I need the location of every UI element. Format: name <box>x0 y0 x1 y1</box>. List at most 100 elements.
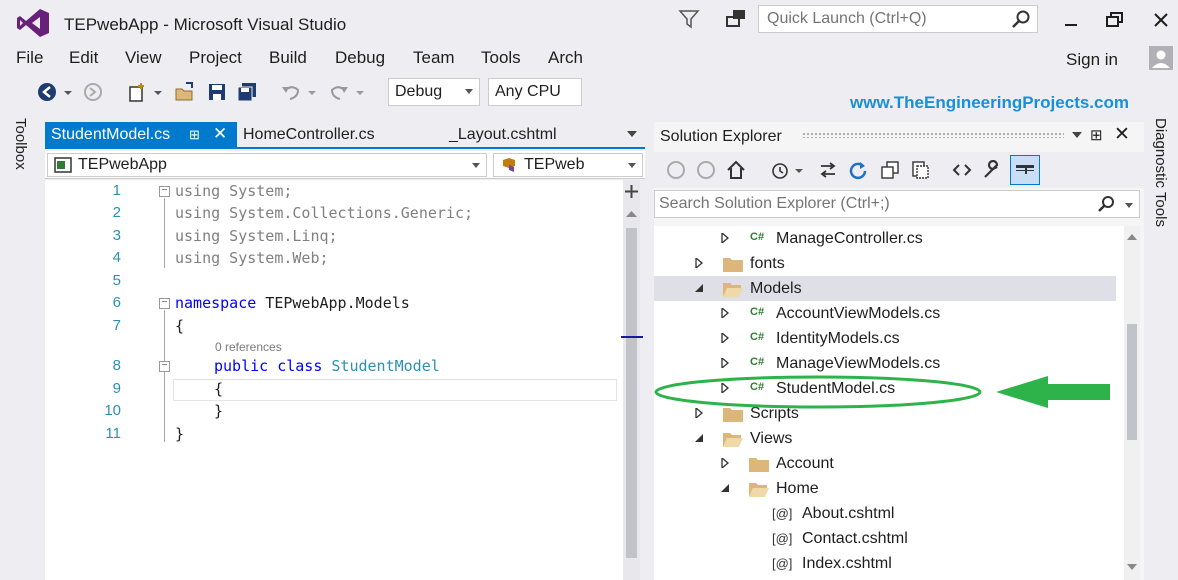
sync-with-active-document-icon[interactable] <box>818 160 838 180</box>
scrollbar-thumb[interactable] <box>626 228 637 558</box>
tab-studentmodel[interactable]: StudentModel.cs ⊞ ✕ <box>45 122 237 148</box>
collapse-arrow-icon[interactable] <box>694 283 704 293</box>
solution-explorer-search-box[interactable] <box>654 190 1140 218</box>
close-window-button[interactable] <box>1148 8 1174 32</box>
navigate-forward-icon[interactable] <box>82 81 104 103</box>
keyword: using <box>175 249 221 267</box>
show-all-files-icon[interactable] <box>910 160 930 180</box>
close-tab-icon[interactable]: ✕ <box>213 124 227 144</box>
project-select[interactable]: TEPwebApp <box>47 153 487 177</box>
menu-view[interactable]: View <box>125 48 162 68</box>
notifications-filter-icon[interactable] <box>678 8 700 30</box>
tree-item[interactable]: fonts <box>654 251 1116 276</box>
diagnostic-tools-tab[interactable]: Diagnostic Tools <box>1152 118 1176 248</box>
undo-icon[interactable] <box>280 81 302 103</box>
forward-icon[interactable] <box>696 160 716 180</box>
tree-item[interactable]: Models <box>654 276 1116 301</box>
user-avatar-icon[interactable] <box>1149 46 1173 70</box>
editor-scrollbar[interactable] <box>621 180 643 580</box>
tree-item[interactable]: [@] Index.cshtml <box>654 551 1116 576</box>
tree-item[interactable]: C# AccountViewModels.cs <box>654 301 1116 326</box>
tree-item[interactable]: C# IdentityModels.cs <box>654 326 1116 351</box>
collapse-arrow-icon[interactable] <box>694 433 704 443</box>
undo-dropdown-icon[interactable] <box>306 81 318 103</box>
solution-explorer-search-input[interactable] <box>655 191 1075 217</box>
refresh-icon[interactable] <box>848 160 868 180</box>
properties-icon[interactable] <box>982 160 1002 180</box>
menu-tools[interactable]: Tools <box>481 48 521 68</box>
expand-arrow-icon[interactable] <box>694 258 704 268</box>
tab-layout[interactable]: _Layout.cshtml <box>443 122 583 148</box>
tree-item[interactable]: Scripts <box>654 401 1116 426</box>
sign-in-link[interactable]: Sign in <box>1066 50 1118 70</box>
platform-select[interactable]: Any CPU <box>488 78 582 106</box>
pending-changes-filter-icon[interactable] <box>770 160 790 180</box>
tree-item[interactable]: C# ManageViewModels.cs <box>654 351 1116 376</box>
view-code-icon[interactable] <box>952 160 972 180</box>
expand-arrow-icon[interactable] <box>720 458 730 468</box>
tree-item[interactable]: Views <box>654 426 1116 451</box>
expand-arrow-icon[interactable] <box>720 333 730 343</box>
quick-launch-input[interactable] <box>759 6 999 32</box>
collapse-arrow-icon[interactable] <box>720 483 730 493</box>
tree-item[interactable]: Account <box>654 451 1116 476</box>
save-all-icon[interactable] <box>236 81 258 103</box>
menu-build[interactable]: Build <box>269 48 307 68</box>
save-icon[interactable] <box>206 81 228 103</box>
quick-launch-box[interactable] <box>758 5 1038 33</box>
new-project-dropdown-icon[interactable] <box>152 81 164 103</box>
pin-icon[interactable]: ⊞ <box>189 127 200 143</box>
expand-arrow-icon[interactable] <box>720 308 730 318</box>
split-window-icon[interactable] <box>624 184 639 199</box>
home-icon[interactable] <box>726 160 746 180</box>
tree-item[interactable]: Home <box>654 476 1116 501</box>
redo-icon[interactable] <box>328 81 350 103</box>
search-icon[interactable] <box>1011 9 1031 29</box>
drag-grip[interactable] <box>802 132 1064 138</box>
tree-item[interactable]: [@] Contact.cshtml <box>654 526 1116 551</box>
menu-file[interactable]: File <box>16 48 43 68</box>
feedback-icon[interactable] <box>724 8 748 30</box>
auto-hide-pin-icon[interactable]: ⊞ <box>1090 126 1103 144</box>
expand-arrow-icon[interactable] <box>694 408 704 418</box>
toolbox-tab[interactable]: Toolbox <box>12 118 36 188</box>
back-dropdown-icon[interactable] <box>62 81 74 103</box>
expand-arrow-icon[interactable] <box>720 358 730 368</box>
code-editor[interactable]: − − − 1 using System; 2 using System.Col… <box>45 180 623 580</box>
scroll-up-icon[interactable] <box>1127 234 1137 240</box>
search-options-dropdown-icon[interactable] <box>1125 203 1133 208</box>
minimize-button[interactable] <box>1058 8 1084 32</box>
tree-item-studentmodel[interactable]: C# StudentModel.cs <box>654 376 1116 401</box>
menu-debug[interactable]: Debug <box>335 48 385 68</box>
references-codelens[interactable]: 0 references <box>215 340 282 354</box>
redo-dropdown-icon[interactable] <box>354 81 366 103</box>
panel-options-dropdown-icon[interactable] <box>1072 132 1082 138</box>
navigate-back-icon[interactable] <box>36 81 58 103</box>
tree-item[interactable]: [@] About.cshtml <box>654 501 1116 526</box>
scroll-up-icon[interactable] <box>626 210 637 218</box>
tab-overflow-dropdown-icon[interactable] <box>627 131 637 137</box>
close-panel-icon[interactable]: ✕ <box>1114 123 1130 146</box>
open-file-icon[interactable] <box>174 81 196 103</box>
restore-button[interactable] <box>1102 8 1128 32</box>
tree-item[interactable]: C# ManageController.cs <box>654 226 1116 251</box>
configuration-select[interactable]: Debug <box>388 78 480 106</box>
tab-homecontroller[interactable]: HomeController.cs <box>237 122 437 148</box>
solution-explorer-scrollbar[interactable] <box>1124 226 1140 580</box>
scroll-down-icon[interactable] <box>1127 564 1137 570</box>
preview-selected-items-toggle[interactable] <box>1010 155 1040 185</box>
line-number: 8 <box>112 357 121 374</box>
menu-project[interactable]: Project <box>189 48 242 68</box>
menu-arch[interactable]: Arch <box>548 48 583 68</box>
new-project-icon[interactable] <box>126 81 148 103</box>
back-icon[interactable] <box>666 160 686 180</box>
menu-edit[interactable]: Edit <box>69 48 98 68</box>
collapse-all-icon[interactable] <box>880 160 900 180</box>
expand-arrow-icon[interactable] <box>720 383 730 393</box>
expand-arrow-icon[interactable] <box>720 233 730 243</box>
filter-dropdown-icon[interactable] <box>794 160 804 180</box>
search-icon[interactable] <box>1097 195 1115 213</box>
menu-team[interactable]: Team <box>413 48 455 68</box>
scrollbar-thumb[interactable] <box>1127 324 1137 440</box>
type-select[interactable]: TEPweb <box>493 153 643 177</box>
